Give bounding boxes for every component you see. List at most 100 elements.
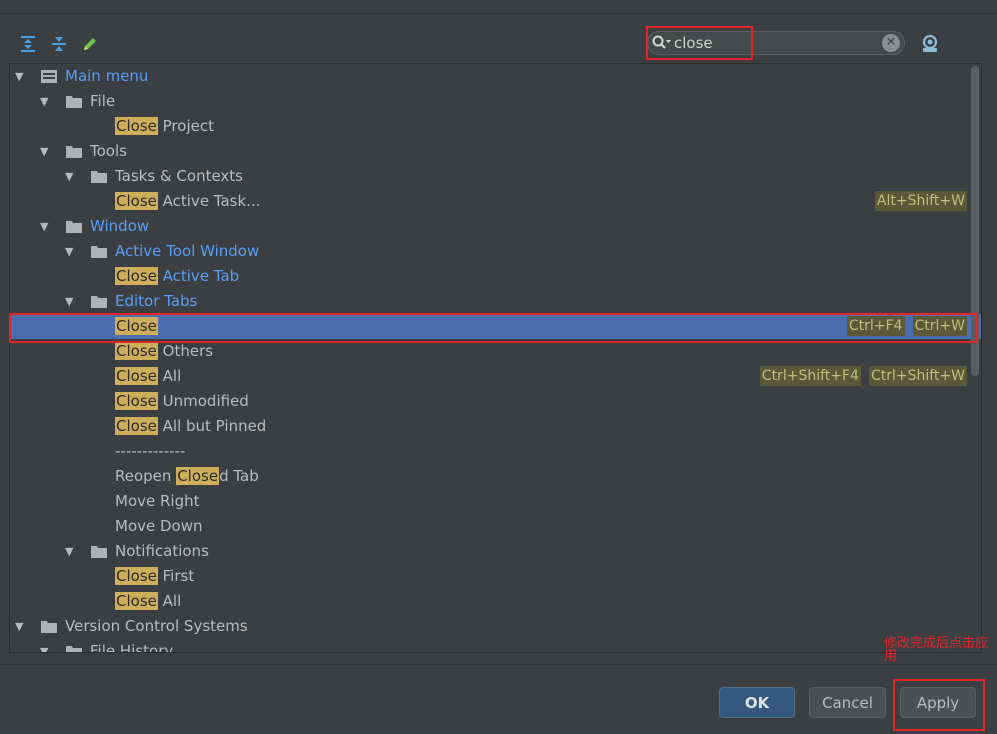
tree-row-label: Move Down — [115, 514, 203, 539]
tree-row-label: Reopen Closed Tab — [115, 464, 259, 489]
tree-row[interactable]: ▼ Tasks & Contexts — [10, 164, 969, 189]
label-text: Tasks & Contexts — [115, 167, 243, 185]
folder-icon — [66, 146, 82, 158]
tree-row[interactable]: ▼ Tools — [10, 139, 969, 164]
expand-arrow-icon[interactable]: ▼ — [15, 614, 27, 639]
tree-row-label: ------------- — [115, 439, 185, 464]
tree-row[interactable]: Close Active Tab — [10, 264, 969, 289]
search-match-highlight: Close — [115, 192, 158, 210]
folder-icon — [41, 621, 57, 633]
label-text: Active Task... — [157, 192, 261, 210]
tree-row[interactable]: Close All Ctrl+Shift+F4 Ctrl+Shift+W — [10, 364, 969, 389]
clear-search-icon[interactable]: ✕ — [882, 34, 900, 52]
tree-row-label: File History — [90, 639, 173, 652]
tree-row-label: Close First — [115, 564, 194, 589]
search-match-highlight: Close — [176, 467, 220, 485]
tree-row[interactable]: ▼ Active Tool Window — [10, 239, 969, 264]
tree-row-label: Tasks & Contexts — [115, 164, 243, 189]
label-text: Move Right — [115, 492, 200, 510]
pencil-icon — [84, 38, 96, 50]
search-match-highlight: Close — [115, 367, 158, 385]
tree-row-label: Close All but Pinned — [115, 414, 266, 439]
label-text: Others — [157, 342, 214, 360]
label-text: Active Tab — [157, 267, 240, 285]
label-text: Project — [157, 117, 214, 135]
folder-icon — [66, 96, 82, 108]
tree-row[interactable]: Close All — [10, 589, 969, 614]
tree-row-label: File — [90, 89, 115, 114]
collapse-all-button[interactable] — [48, 34, 70, 54]
expand-arrow-icon[interactable]: ▼ — [15, 64, 27, 89]
label-text: Tools — [90, 142, 127, 160]
tree-row[interactable]: Close Project — [10, 114, 969, 139]
shortcut-list: Ctrl+Shift+F4 Ctrl+Shift+W — [759, 364, 967, 386]
label-text: Window — [90, 217, 150, 235]
find-shortcut-icon — [922, 34, 938, 52]
expand-arrow-icon[interactable]: ▼ — [40, 89, 52, 114]
expand-all-button[interactable] — [17, 34, 39, 54]
keymap-tree[interactable]: ▼ Main menu ▼ File Close Project ▼ Tools ▼ Tasks… — [9, 63, 982, 653]
shortcut-badge: Ctrl+Shift+W — [868, 366, 967, 386]
tree-row-label: Close All — [115, 589, 181, 614]
tree-row-label: Close Project — [115, 114, 214, 139]
label-text: All — [157, 367, 182, 385]
shortcut-badge: Alt+Shift+W — [874, 191, 967, 211]
label-text: Editor Tabs — [115, 292, 198, 310]
label-text: First — [157, 567, 195, 585]
tree-row[interactable]: Close First — [10, 564, 969, 589]
tree-row-label: Close Active Tab — [115, 264, 239, 289]
folder-icon — [91, 246, 107, 258]
label-text: Notifications — [115, 542, 209, 560]
tree-row[interactable]: ▼ Notifications — [10, 539, 969, 564]
tree-row[interactable]: ▼ File — [10, 89, 969, 114]
shortcut-badge: Ctrl+Shift+F4 — [759, 366, 861, 386]
label-text: ------------- — [115, 442, 186, 460]
expand-arrow-icon[interactable]: ▼ — [65, 539, 77, 564]
tree-row[interactable]: ▼ Window — [10, 214, 969, 239]
expand-arrow-icon[interactable]: ▼ — [40, 214, 52, 239]
expand-arrow-icon[interactable]: ▼ — [40, 639, 52, 652]
expand-arrow-icon[interactable]: ▼ — [40, 139, 52, 164]
tree-row-label: Tools — [90, 139, 127, 164]
search-match-highlight: Close — [115, 117, 158, 135]
ok-button[interactable]: OK — [719, 687, 795, 718]
label-text: Main menu — [65, 67, 149, 85]
search-match-highlight: Close — [115, 392, 158, 410]
tree-row[interactable]: Move Down — [10, 514, 969, 539]
folder-icon — [66, 221, 82, 233]
collapse-all-icon — [52, 37, 66, 51]
edit-shortcut-button[interactable] — [79, 34, 101, 54]
tree-row[interactable]: ▼ File History — [10, 639, 969, 652]
tree-row[interactable]: Close Unmodified — [10, 389, 969, 414]
expand-arrow-icon[interactable]: ▼ — [65, 239, 77, 264]
expand-arrow-icon[interactable]: ▼ — [65, 289, 77, 314]
expand-arrow-icon[interactable]: ▼ — [65, 164, 77, 189]
tree-row[interactable]: Reopen Closed Tab — [10, 464, 969, 489]
selected-row-highlight-box — [9, 313, 977, 343]
tree-row-label: Close Unmodified — [115, 389, 249, 414]
footer-divider — [0, 664, 997, 665]
tree-row[interactable]: ▼ Editor Tabs — [10, 289, 969, 314]
folder-icon — [66, 646, 82, 652]
cancel-button[interactable]: Cancel — [809, 687, 886, 718]
tree-row[interactable]: Close All but Pinned — [10, 414, 969, 439]
search-match-highlight: Close — [115, 267, 158, 285]
search-match-highlight: Close — [115, 592, 158, 610]
tree-row[interactable]: ▼ Version Control Systems — [10, 614, 969, 639]
find-by-shortcut-button[interactable] — [920, 33, 942, 55]
search-match-highlight: Close — [115, 417, 158, 435]
apply-highlight-box — [893, 679, 985, 731]
tree-row[interactable]: ------------- — [10, 439, 969, 464]
folder-icon — [91, 546, 107, 558]
tree-row[interactable]: ▼ Main menu — [10, 64, 969, 89]
label-text: Active Tool Window — [115, 242, 260, 260]
label-text: d Tab — [219, 467, 259, 485]
tree-row-label: Close Active Task... — [115, 189, 261, 214]
tree-row-label: Editor Tabs — [115, 289, 197, 314]
label-text: All but Pinned — [157, 417, 267, 435]
tree-row[interactable]: Close Active Task... Alt+Shift+W — [10, 189, 969, 214]
search-match-highlight: Close — [115, 567, 158, 585]
label-text: Reopen — [115, 467, 177, 485]
tree-row[interactable]: Move Right — [10, 489, 969, 514]
search-match-highlight: Close — [115, 342, 158, 360]
